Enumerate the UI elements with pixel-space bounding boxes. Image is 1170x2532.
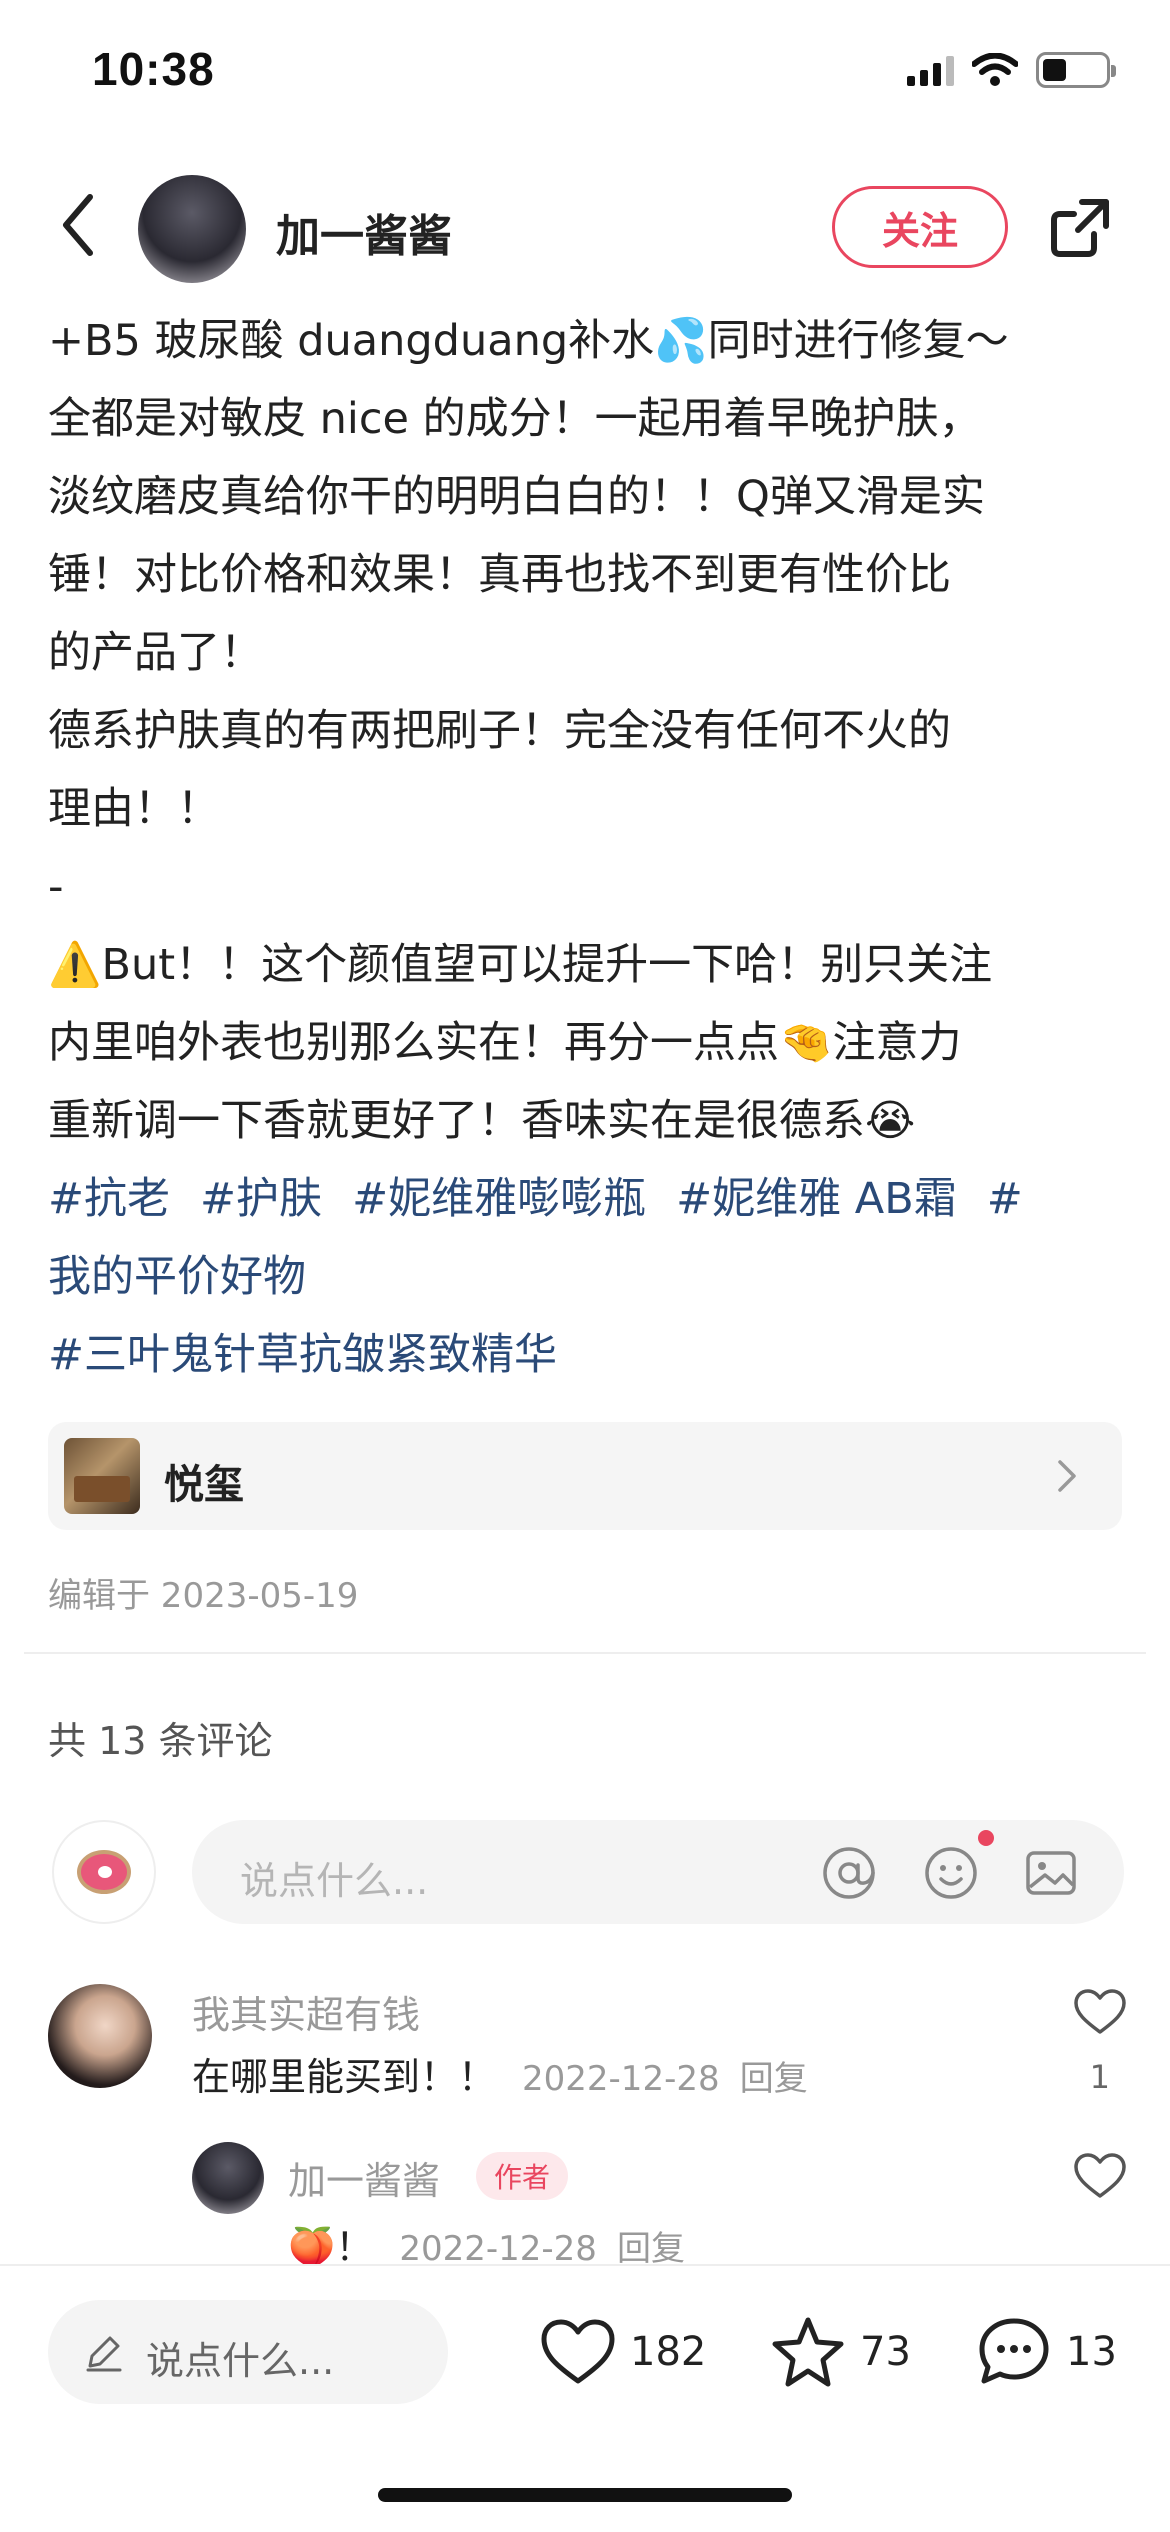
tag-row: 我的平价好物	[48, 1238, 1128, 1316]
hashtag-link[interactable]: #三叶鬼针草抗皱紧致精华	[48, 1330, 557, 1380]
tag-row: #三叶鬼针草抗皱紧致精华	[48, 1316, 1128, 1394]
home-indicator	[378, 2488, 792, 2502]
back-icon	[63, 194, 93, 256]
reply-item: 加一酱酱 作者 🍑！ 2022-12-28 回复	[192, 2142, 1128, 2269]
post-body: +B5 玻尿酸 duangduang补水💦同时进行修复～ 全都是对敏皮 nice…	[48, 302, 1128, 1394]
post-line: 重新调一下香就更好了！香味实在是很德系😭	[48, 1096, 916, 1146]
comment-body: 在哪里能买到！！	[192, 2055, 497, 2099]
donut-avatar-icon	[77, 1850, 131, 1894]
hashtag-link[interactable]: #	[987, 1174, 1023, 1224]
back-button[interactable]	[48, 190, 108, 260]
status-icons	[907, 52, 1116, 88]
author-badge: 作者	[476, 2152, 569, 2200]
post-line: ⚠️But！！这个颜值望可以提升一下哈！别只关注	[48, 940, 993, 990]
comment-text: 在哪里能买到！！ 2022-12-28 回复	[192, 2046, 808, 2101]
reply-text: 🍑！ 2022-12-28 回复	[288, 2216, 685, 2271]
comment-button[interactable]: 13	[976, 2312, 1117, 2392]
star-icon	[772, 2317, 844, 2387]
reply-avatar[interactable]	[192, 2142, 264, 2214]
location-thumbnail	[64, 1438, 140, 1514]
pencil-icon	[86, 2336, 122, 2372]
reply-date: 2022-12-28	[399, 2229, 597, 2269]
notification-dot	[978, 1830, 994, 1846]
hashtag-link[interactable]: #抗老	[48, 1174, 170, 1224]
post-line: 淡纹磨皮真给你干的明明白白的！！Q弹又滑是实	[48, 472, 985, 522]
wifi-icon	[972, 53, 1018, 86]
chevron-right-icon	[1052, 1454, 1082, 1498]
chat-icon	[979, 2318, 1049, 2384]
image-icon[interactable]	[1022, 1844, 1080, 1902]
reply-body: 🍑！	[288, 2225, 374, 2269]
battery-icon	[1036, 52, 1116, 88]
status-time: 10:38	[92, 43, 215, 95]
heart-icon	[541, 2319, 615, 2384]
comment-like-count: 1	[1089, 2058, 1110, 2096]
bottom-comment-input[interactable]: 说点什么...	[48, 2300, 448, 2404]
reply-user-name[interactable]: 加一酱酱	[288, 2150, 440, 2205]
cellular-signal-icon	[907, 54, 954, 86]
location-name: 悦玺	[164, 1462, 244, 1508]
commenter-avatar[interactable]	[48, 1984, 152, 2088]
author-avatar[interactable]	[138, 175, 246, 283]
post-line: 的产品了！	[48, 628, 263, 678]
share-button[interactable]	[1044, 192, 1116, 264]
hashtag-link[interactable]: 我的平价好物	[48, 1252, 306, 1302]
hashtag-link[interactable]: #妮维雅嘭嘭瓶	[352, 1174, 646, 1224]
like-button[interactable]: 182	[540, 2312, 706, 2392]
post-line: 德系护肤真的有两把刷子！完全没有任何不火的	[48, 706, 951, 756]
comment-input-placeholder: 说点什么...	[240, 1859, 429, 1903]
status-bar: 10:38	[0, 0, 1170, 150]
post-line: 全都是对敏皮 nice 的成分！一起用着早晚护肤，	[48, 394, 982, 444]
my-avatar[interactable]	[52, 1820, 156, 1924]
edit-date: 编辑于 2023-05-19	[48, 1576, 359, 1616]
reply-reply-link[interactable]: 回复	[617, 2229, 685, 2269]
commenter-name[interactable]: 我其实超有钱	[192, 1984, 420, 2039]
divider	[24, 1652, 1146, 1654]
tag-row: #抗老 #护肤 #妮维雅嘭嘭瓶 #妮维雅 AB霜 #	[48, 1160, 1128, 1238]
bottom-input-placeholder: 说点什么...	[146, 2339, 335, 2383]
hashtag-link[interactable]: #妮维雅 AB霜	[676, 1174, 957, 1224]
heart-icon	[1074, 1989, 1126, 2034]
emoji-icon[interactable]	[922, 1844, 980, 1902]
comment-like-button[interactable]	[1072, 1984, 1128, 2040]
location-card[interactable]: 悦玺	[48, 1422, 1122, 1530]
favorite-count: 73	[860, 2329, 911, 2375]
hashtag-link[interactable]: #护肤	[200, 1174, 322, 1224]
post-header: 加一酱酱 关注	[0, 160, 1170, 290]
post-line: 内里咱外表也别那么实在！再分一点点🤏注意力	[48, 1018, 962, 1068]
comment-reply-link[interactable]: 回复	[740, 2059, 808, 2099]
at-icon[interactable]	[820, 1844, 878, 1902]
post-line: 理由！！	[48, 784, 220, 834]
bottom-action-bar: 说点什么... 182 73 13	[0, 2264, 1170, 2532]
like-count: 182	[630, 2329, 707, 2375]
author-name[interactable]: 加一酱酱	[276, 200, 452, 264]
post-line: +B5 玻尿酸 duangduang补水💦同时进行修复～	[48, 316, 1009, 366]
follow-button[interactable]: 关注	[832, 186, 1008, 268]
reply-like-button[interactable]	[1072, 2148, 1128, 2204]
comment-count: 共 13 条评论	[48, 1719, 273, 1763]
post-line: -	[48, 862, 64, 912]
comment-count-button: 13	[1066, 2329, 1117, 2375]
heart-icon	[1074, 2153, 1126, 2198]
post-line: 锤！对比价格和效果！真再也找不到更有性价比	[48, 550, 951, 600]
share-icon	[1051, 199, 1109, 257]
comment-date: 2022-12-28	[522, 2059, 720, 2099]
favorite-button[interactable]: 73	[770, 2312, 911, 2392]
comment-item: 我其实超有钱 在哪里能买到！！ 2022-12-28 回复 1	[48, 1984, 1128, 2104]
comment-input[interactable]: 说点什么...	[192, 1820, 1124, 1924]
